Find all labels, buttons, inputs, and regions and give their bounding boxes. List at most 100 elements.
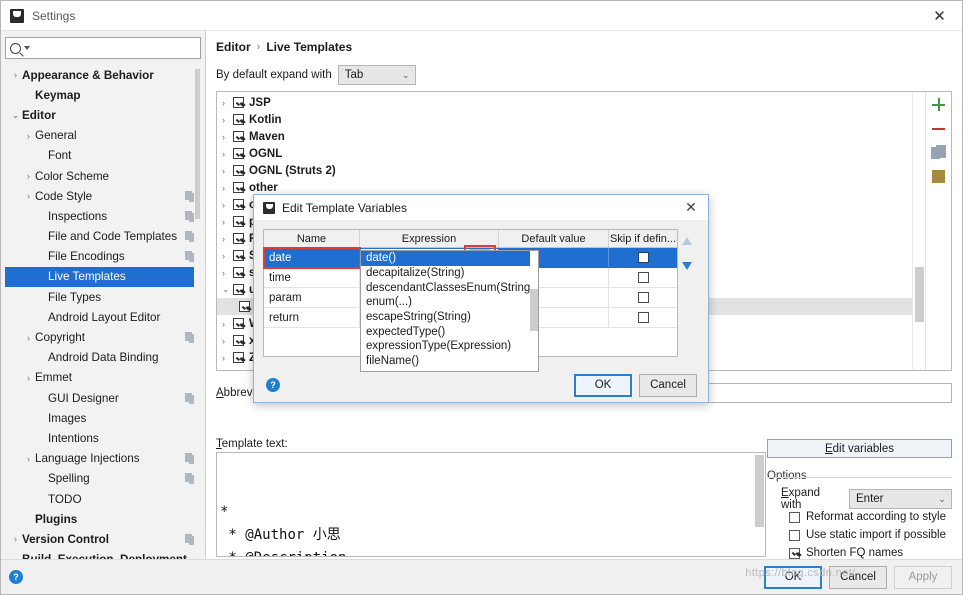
variable-skip-cell[interactable] <box>609 268 677 287</box>
variable-skip-cell[interactable] <box>609 288 677 307</box>
template-group-row[interactable]: ›JSP <box>217 94 912 111</box>
dialog-cancel-button[interactable]: Cancel <box>639 374 697 397</box>
checkbox-box[interactable] <box>789 548 800 559</box>
search-box[interactable] <box>5 37 201 59</box>
sidebar-item-copyright[interactable]: ›Copyright <box>5 327 201 347</box>
disclosure-icon[interactable]: › <box>222 98 233 108</box>
checkbox-box[interactable] <box>789 512 800 523</box>
disclosure-icon[interactable]: › <box>222 132 233 142</box>
sidebar-item-android-layout-editor[interactable]: Android Layout Editor <box>5 307 201 327</box>
disclosure-icon[interactable]: › <box>222 200 233 210</box>
dropdown-option[interactable]: escapeString(String) <box>361 310 538 325</box>
window-close-button[interactable]: ✕ <box>917 1 962 30</box>
sidebar-item-emmet[interactable]: ›Emmet <box>5 368 201 388</box>
group-checkbox[interactable] <box>239 301 250 312</box>
sidebar-item-live-templates[interactable]: Live Templates <box>5 267 201 287</box>
disclosure-icon[interactable]: › <box>222 336 233 346</box>
template-group-row[interactable]: ›OGNL <box>217 145 912 162</box>
group-checkbox[interactable] <box>233 165 244 176</box>
group-checkbox[interactable] <box>233 318 244 329</box>
disclosure-icon[interactable]: › <box>222 166 233 176</box>
group-checkbox[interactable] <box>233 199 244 210</box>
sidebar-item-android-data-binding[interactable]: Android Data Binding <box>5 348 201 368</box>
dropdown-scrollbar-thumb[interactable] <box>530 289 538 331</box>
sidebar-item-editor[interactable]: ⌄Editor <box>5 105 201 125</box>
dropdown-scrollbar[interactable] <box>530 251 538 371</box>
help-icon[interactable]: ? <box>266 378 280 392</box>
breadcrumb-parent[interactable]: Editor <box>216 40 251 54</box>
sidebar-item-font[interactable]: Font <box>5 146 201 166</box>
add-icon[interactable] <box>931 97 946 112</box>
group-checkbox[interactable] <box>233 267 244 278</box>
sidebar-item-plugins[interactable]: Plugins <box>5 509 201 529</box>
arrow-up-icon[interactable] <box>680 235 693 248</box>
skip-checkbox[interactable] <box>638 272 649 283</box>
disclosure-icon[interactable]: › <box>222 217 233 227</box>
skip-checkbox[interactable] <box>638 292 649 303</box>
group-checkbox[interactable] <box>233 114 244 125</box>
default-expand-select[interactable]: Tab ⌄ <box>338 65 416 85</box>
dropdown-option[interactable]: fileName() <box>361 354 538 369</box>
sidebar-item-general[interactable]: ›General <box>5 126 201 146</box>
sidebar-item-file-types[interactable]: File Types <box>5 287 201 307</box>
template-group-row[interactable]: ›Maven <box>217 128 912 145</box>
sidebar-item-inspections[interactable]: Inspections <box>5 206 201 226</box>
sidebar-item-appearance-behavior[interactable]: ›Appearance & Behavior <box>5 65 201 85</box>
chevron-down-icon[interactable] <box>24 46 30 50</box>
dropdown-option[interactable]: decapitalize(String) <box>361 266 538 281</box>
sidebar-item-file-and-code-templates[interactable]: File and Code Templates <box>5 227 201 247</box>
group-checkbox[interactable] <box>233 182 244 193</box>
option-checkbox[interactable]: Use static import if possible <box>789 529 946 541</box>
dropdown-option[interactable]: enum(...) <box>361 295 538 310</box>
dropdown-option[interactable]: date() <box>361 251 538 266</box>
sidebar-item-color-scheme[interactable]: ›Color Scheme <box>5 166 201 186</box>
disclosure-icon[interactable]: › <box>22 191 35 201</box>
variable-name-cell[interactable]: time <box>264 268 360 287</box>
cancel-button[interactable]: Cancel <box>829 566 887 589</box>
column-header-skip[interactable]: Skip if defin... <box>609 230 677 247</box>
group-checkbox[interactable] <box>233 335 244 346</box>
disclosure-icon[interactable]: › <box>222 268 233 278</box>
sidebar-item-keymap[interactable]: Keymap <box>5 85 201 105</box>
template-group-row[interactable]: ›Kotlin <box>217 111 912 128</box>
checkbox-box[interactable] <box>789 530 800 541</box>
group-checkbox[interactable] <box>233 148 244 159</box>
dropdown-option[interactable]: descendantClassesEnum(String) <box>361 280 538 295</box>
column-header-name[interactable]: Name <box>264 230 360 247</box>
disclosure-icon[interactable]: › <box>22 333 35 343</box>
sidebar-tree[interactable]: ›Appearance & BehaviorKeymap⌄Editor›Gene… <box>5 65 201 559</box>
search-input[interactable] <box>34 41 196 55</box>
template-text-scrollbar-thumb[interactable] <box>755 455 764 527</box>
template-text-editor[interactable]: * * @Author 小思 * @Description * @Date $d… <box>216 452 766 557</box>
variable-name-cell[interactable]: param <box>264 288 360 307</box>
disclosure-icon[interactable]: › <box>222 149 233 159</box>
sidebar-scrollbar-thumb[interactable] <box>195 69 200 219</box>
disclosure-icon[interactable]: › <box>9 534 22 544</box>
skip-checkbox[interactable] <box>638 312 649 323</box>
disclosure-icon[interactable]: › <box>222 115 233 125</box>
sidebar-item-images[interactable]: Images <box>5 408 201 428</box>
sidebar-item-gui-designer[interactable]: GUI Designer <box>5 388 201 408</box>
copy-icon[interactable] <box>931 145 946 160</box>
option-checkbox[interactable]: Shorten FQ names <box>789 547 903 559</box>
disclosure-icon[interactable]: ⌄ <box>9 110 22 121</box>
disclosure-icon[interactable]: › <box>222 353 233 363</box>
sidebar-item-version-control[interactable]: ›Version Control <box>5 529 201 549</box>
remove-icon[interactable] <box>931 121 946 136</box>
variable-skip-cell[interactable] <box>609 308 677 327</box>
disclosure-icon[interactable]: › <box>22 454 35 464</box>
group-checkbox[interactable] <box>233 250 244 261</box>
group-checkbox[interactable] <box>233 131 244 142</box>
variable-name-cell-editing[interactable]: date <box>264 248 360 268</box>
sidebar-item-spelling[interactable]: Spelling <box>5 469 201 489</box>
dropdown-option[interactable]: expectedType() <box>361 324 538 339</box>
help-icon[interactable]: ? <box>9 570 23 584</box>
disclosure-icon[interactable]: › <box>9 70 22 80</box>
disclosure-icon[interactable]: › <box>22 171 35 181</box>
dialog-ok-button[interactable]: OK <box>574 374 632 397</box>
disclosure-icon[interactable]: ⌄ <box>222 284 233 295</box>
group-checkbox[interactable] <box>233 233 244 244</box>
sidebar-item-file-encodings[interactable]: File Encodings <box>5 247 201 267</box>
template-group-row[interactable]: ›OGNL (Struts 2) <box>217 162 912 179</box>
template-tree-scrollbar-thumb[interactable] <box>915 267 924 322</box>
